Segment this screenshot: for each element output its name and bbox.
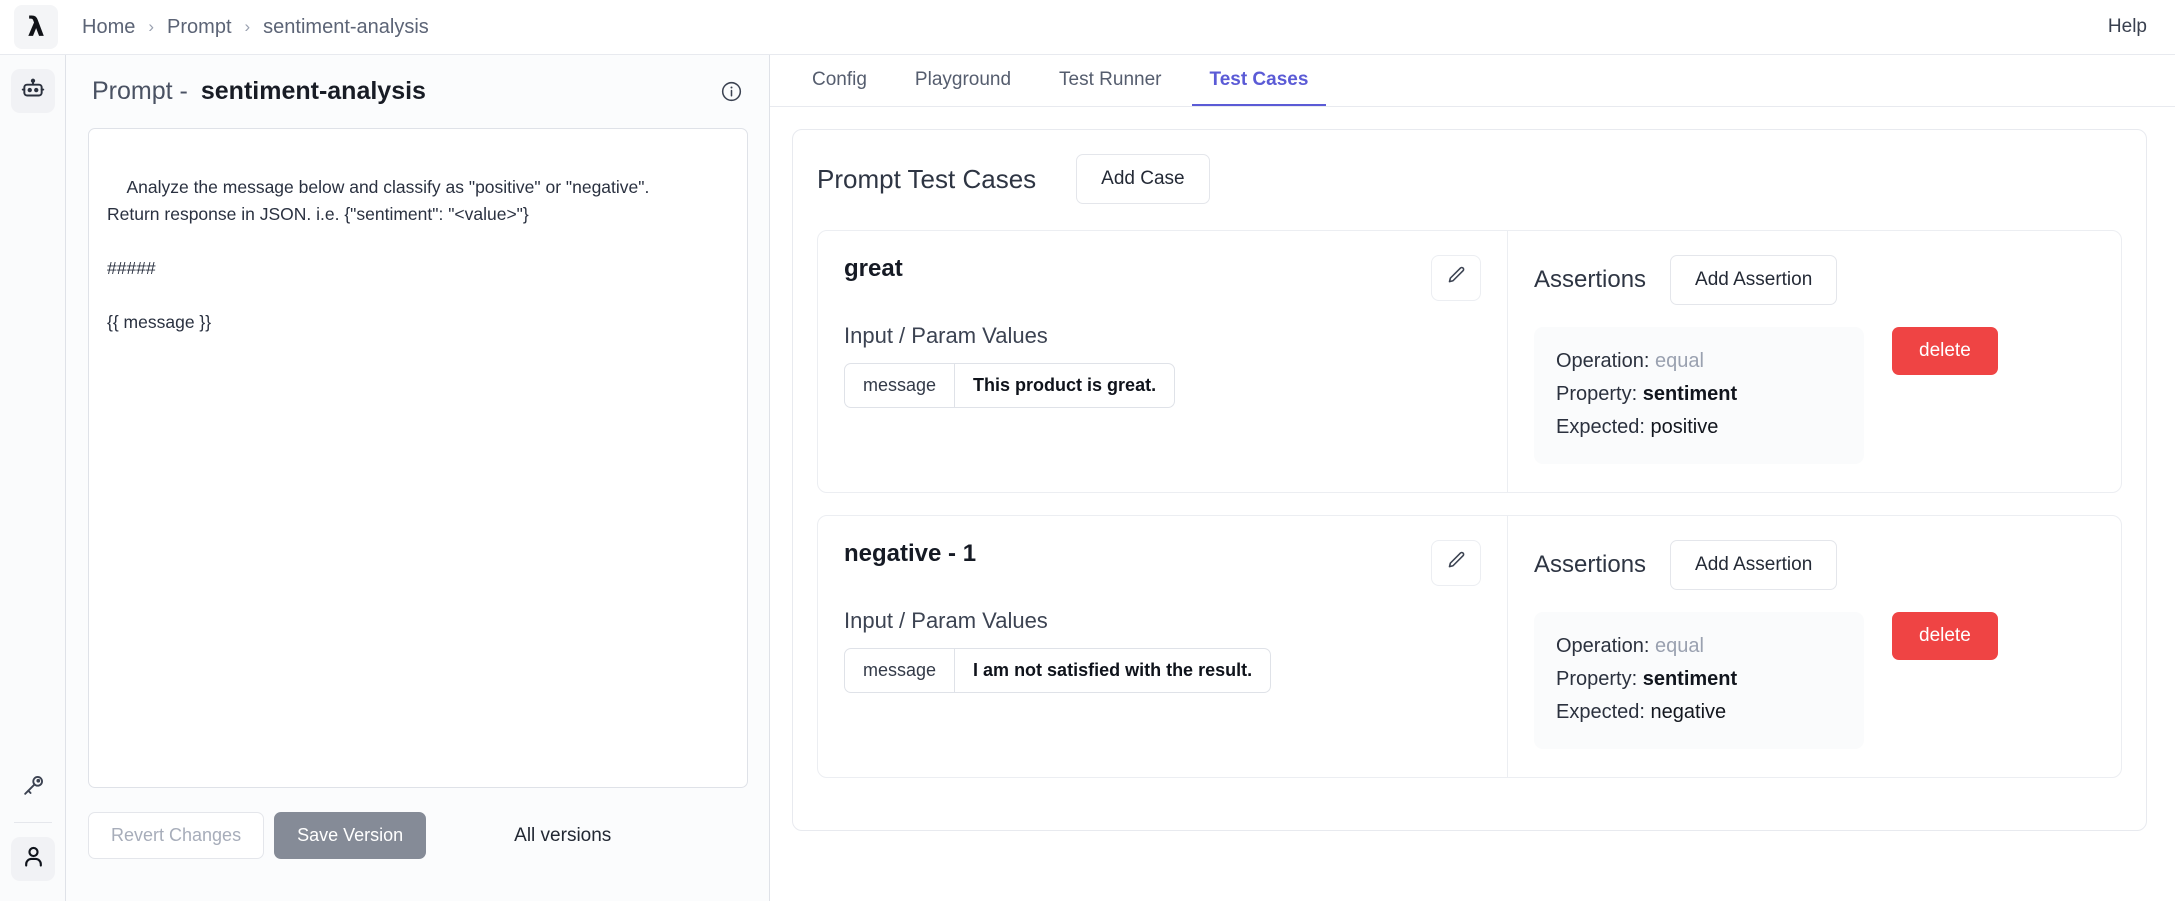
chatbot-icon [20, 76, 46, 107]
tab-bar: Config Playground Test Runner Test Cases [770, 55, 2175, 107]
assertion-operation-label: Operation: [1556, 635, 1650, 657]
user-account-icon [20, 843, 47, 875]
revert-changes-button[interactable]: Revert Changes [88, 812, 265, 859]
test-case-row: great Input / Param Values message This … [817, 230, 2122, 493]
assertion-property-value: sentiment [1642, 668, 1738, 690]
assertion-row: Operation: equal Property: sentiment Exp… [1534, 327, 2095, 464]
assertion-property-label: Property: [1556, 383, 1638, 405]
assertion-property-line: Property: sentiment [1556, 663, 1842, 696]
test-case-title-row: negative - 1 [844, 540, 1481, 586]
param-value: I am not satisfied with the result. [973, 660, 1253, 680]
assertion-expected-value: positive [1650, 416, 1719, 438]
assertion-property-label: Property: [1556, 668, 1638, 690]
breadcrumb-item-prompt[interactable]: Prompt [167, 16, 231, 39]
add-assertion-button[interactable]: Add Assertion [1670, 540, 1838, 590]
test-case-title: great [844, 255, 903, 282]
test-case-title-row: great [844, 255, 1481, 301]
test-case-title: negative - 1 [844, 540, 977, 567]
assertion-operation-label: Operation: [1556, 350, 1650, 372]
tab-config[interactable]: Config [794, 69, 885, 106]
param-key: message [845, 649, 956, 692]
assertions-section: Assertions Add Assertion Operation: equa… [1508, 231, 2121, 492]
main-content: Config Playground Test Runner Test Cases… [770, 55, 2175, 901]
breadcrumb-item-current[interactable]: sentiment-analysis [263, 16, 429, 39]
edit-case-button[interactable] [1431, 540, 1481, 586]
chevron-right-icon: › [244, 17, 251, 36]
assertion-property-value: sentiment [1642, 383, 1738, 405]
sidebar-item-chatbot[interactable] [10, 69, 55, 113]
prompt-textarea-value: Analyze the message below and classify a… [107, 177, 650, 332]
assertion-expected-label: Expected: [1556, 701, 1645, 723]
tab-playground[interactable]: Playground [897, 69, 1029, 106]
tab-test-cases[interactable]: Test Cases [1191, 69, 1327, 106]
delete-assertion-button[interactable]: delete [1892, 327, 1998, 375]
test-case-details: negative - 1 Input / Param Values messag… [818, 516, 1508, 777]
assertions-title: Assertions [1534, 551, 1647, 578]
test-case-row: negative - 1 Input / Param Values messag… [817, 515, 2122, 778]
test-case-details: great Input / Param Values message This … [818, 231, 1508, 492]
assertion-operation-line: Operation: equal [1556, 630, 1842, 663]
assertions-title: Assertions [1534, 266, 1647, 293]
prompt-action-bar: Revert Changes Save Version All versions [88, 812, 747, 859]
param-key: message [845, 364, 956, 407]
assertion-expected-line: Expected: negative [1556, 696, 1842, 729]
breadcrumb: Home › Prompt › sentiment-analysis [82, 16, 429, 39]
info-icon[interactable] [720, 80, 743, 103]
prompt-label: Prompt - [92, 77, 188, 105]
assertion-row: Operation: equal Property: sentiment Exp… [1534, 612, 2095, 749]
assertion-operation-line: Operation: equal [1556, 345, 1842, 378]
prompt-textarea[interactable]: Analyze the message below and classify a… [88, 128, 748, 788]
assertion-property-line: Property: sentiment [1556, 378, 1842, 411]
prompt-header: Prompt - sentiment-analysis [66, 55, 769, 106]
param-value: This product is great. [973, 375, 1157, 395]
resize-handle-icon[interactable] [728, 768, 744, 784]
delete-assertion-button[interactable]: delete [1892, 612, 1998, 660]
logo-lambda-icon[interactable]: λ [14, 5, 58, 49]
breadcrumb-item-home[interactable]: Home [82, 16, 135, 39]
top-bar: λ Home › Prompt › sentiment-analysis Hel… [0, 0, 2175, 55]
param-pill: message I am not satisfied with the resu… [844, 648, 1272, 693]
add-case-button[interactable]: Add Case [1076, 154, 1210, 204]
input-params-label: Input / Param Values [844, 323, 1048, 348]
edit-case-button[interactable] [1431, 255, 1481, 301]
assertions-header: Assertions Add Assertion [1534, 255, 2095, 305]
add-assertion-button[interactable]: Add Assertion [1670, 255, 1838, 305]
pencil-icon [1446, 550, 1467, 576]
assertion-operation-value: equal [1654, 350, 1704, 372]
sidebar-item-api-keys[interactable] [11, 766, 55, 810]
assertions-section: Assertions Add Assertion Operation: equa… [1508, 516, 2121, 777]
help-link[interactable]: Help [2108, 16, 2147, 38]
param-pill: message This product is great. [844, 363, 1176, 408]
sidebar-divider [14, 822, 52, 823]
assertion-expected-value: negative [1650, 701, 1727, 723]
logo-glyph: λ [27, 11, 45, 43]
sidebar-item-account[interactable] [11, 837, 55, 881]
assertion-card: Operation: equal Property: sentiment Exp… [1534, 327, 1864, 464]
test-cases-header: Prompt Test Cases Add Case [817, 154, 2122, 204]
prompt-panel: Prompt - sentiment-analysis Analyze the … [66, 55, 770, 901]
assertion-expected-label: Expected: [1556, 416, 1645, 438]
chevron-right-icon: › [148, 17, 155, 36]
tab-test-runner[interactable]: Test Runner [1041, 69, 1179, 106]
save-version-button[interactable]: Save Version [274, 812, 427, 859]
assertion-expected-line: Expected: positive [1556, 411, 1842, 444]
assertion-operation-value: equal [1654, 635, 1704, 657]
assertions-header: Assertions Add Assertion [1534, 540, 2095, 590]
test-cases-title: Prompt Test Cases [817, 163, 1037, 194]
input-params-label: Input / Param Values [844, 608, 1048, 633]
key-icon [21, 773, 46, 803]
pencil-icon [1446, 265, 1467, 291]
test-cases-panel: Prompt Test Cases Add Case great Input / [792, 129, 2147, 831]
page-title: sentiment-analysis [200, 77, 426, 105]
assertion-card: Operation: equal Property: sentiment Exp… [1534, 612, 1864, 749]
sidebar-rail [0, 55, 66, 901]
sidebar-bottom-group [0, 752, 66, 881]
all-versions-link[interactable]: All versions [514, 825, 611, 847]
